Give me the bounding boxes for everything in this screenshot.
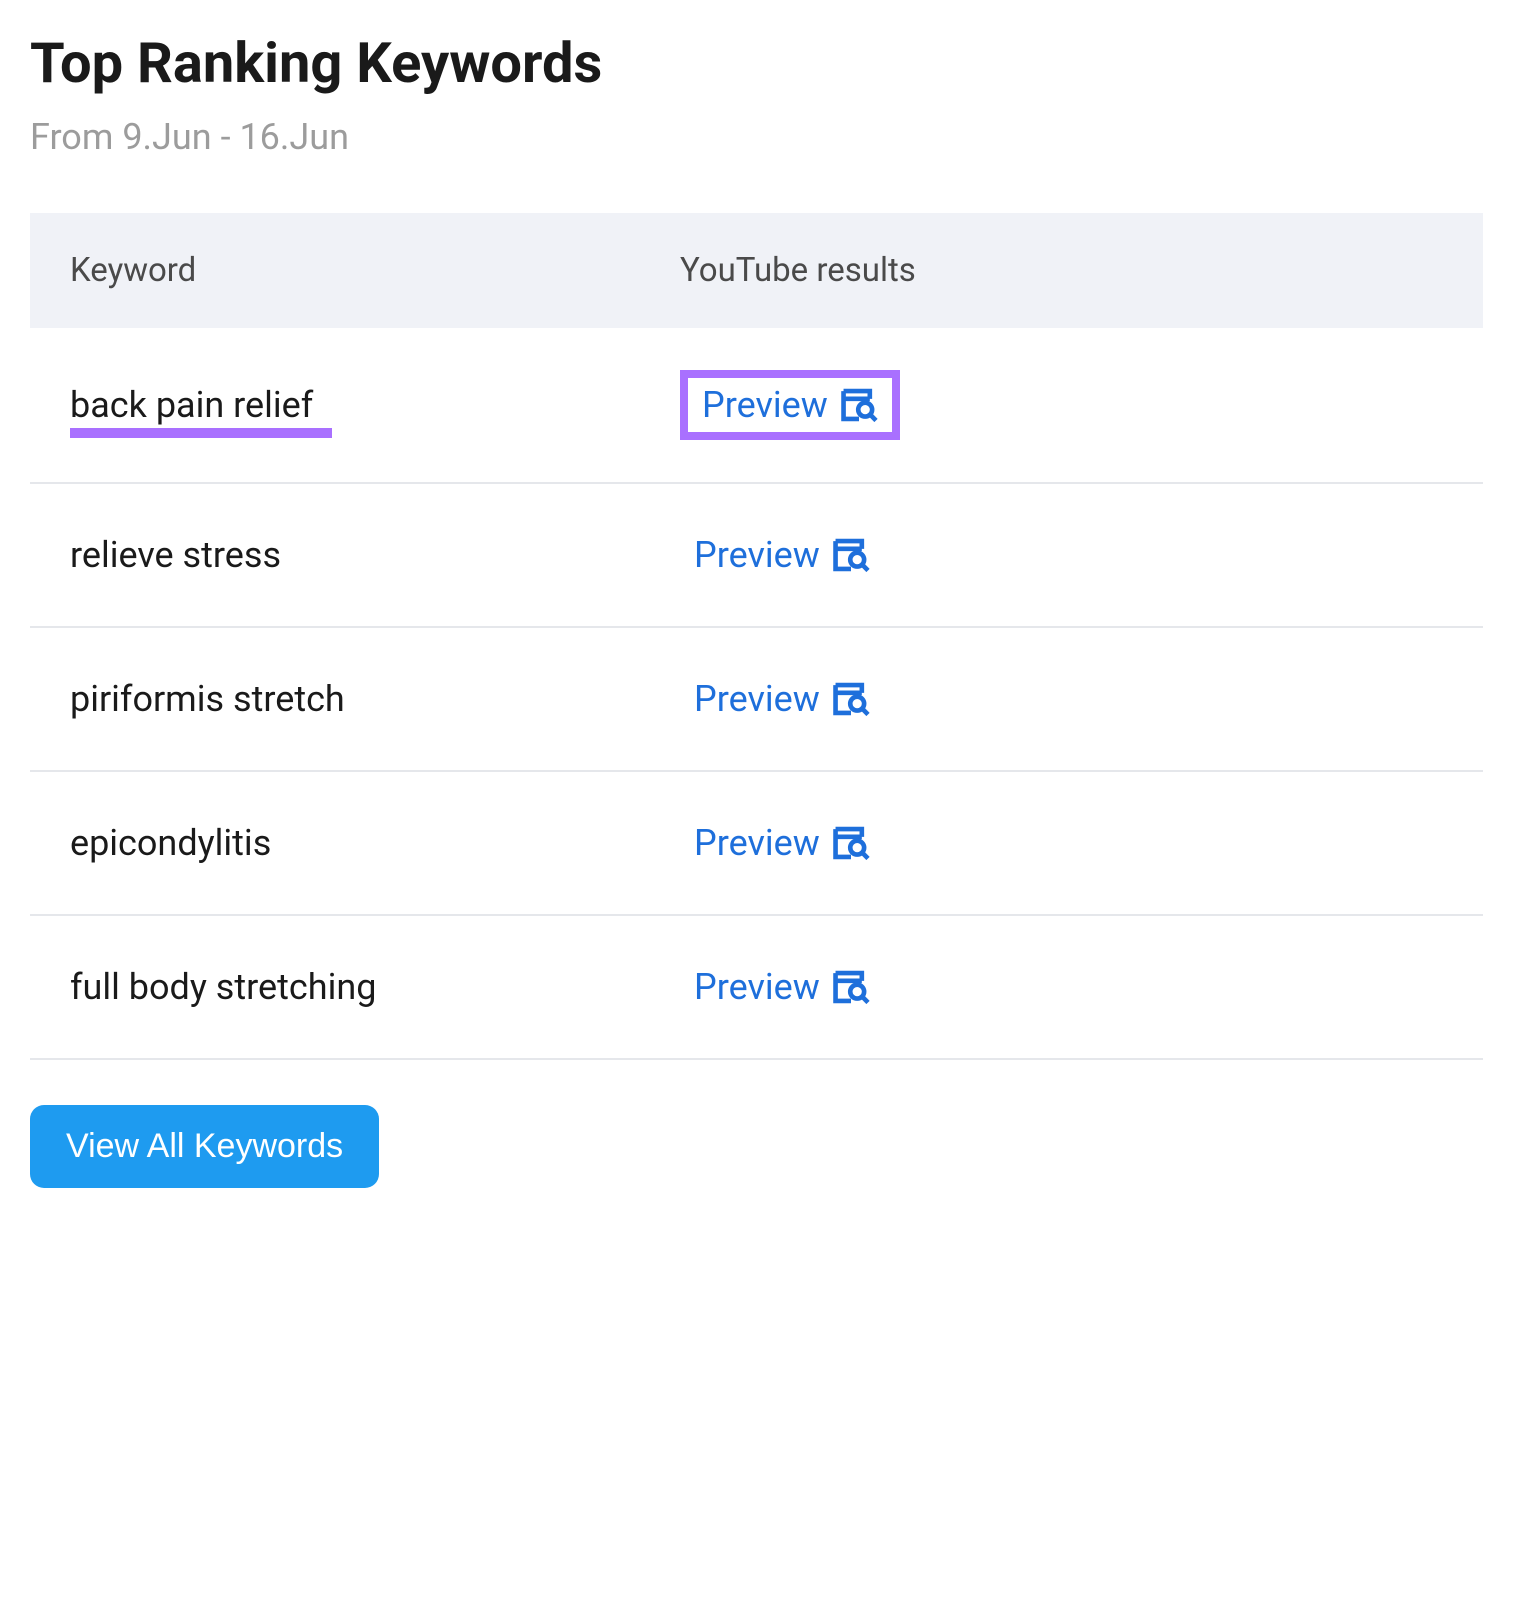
preview-label: Preview [694, 966, 820, 1008]
table-row: full body stretching Preview [30, 916, 1483, 1060]
keyword-cell: full body stretching [70, 966, 680, 1008]
page-title: Top Ranking Keywords [30, 30, 1483, 96]
table-row: epicondylitis Preview [30, 772, 1483, 916]
preview-link[interactable]: Preview [680, 670, 884, 728]
table-row: piriformis stretch Preview [30, 628, 1483, 772]
keyword-cell: epicondylitis [70, 822, 680, 864]
table-row: back pain relief Preview [30, 328, 1483, 484]
keyword-cell: piriformis stretch [70, 678, 680, 720]
preview-search-icon [832, 826, 870, 860]
preview-cell: Preview [680, 526, 1443, 584]
keywords-table: Keyword YouTube results back pain relief… [30, 213, 1483, 1060]
preview-search-icon [832, 682, 870, 716]
view-all-keywords-button[interactable]: View All Keywords [30, 1105, 379, 1188]
preview-search-icon [840, 388, 878, 422]
preview-link[interactable]: Preview [680, 958, 884, 1016]
header-results: YouTube results [680, 251, 1443, 290]
keyword-cell: relieve stress [70, 534, 680, 576]
preview-search-icon [832, 970, 870, 1004]
keyword-cell: back pain relief [70, 384, 680, 426]
preview-cell: Preview [680, 958, 1443, 1016]
preview-label: Preview [694, 534, 820, 576]
preview-label: Preview [702, 384, 828, 426]
header-keyword: Keyword [70, 251, 680, 290]
preview-search-icon [832, 538, 870, 572]
preview-cell: Preview [680, 670, 1443, 728]
preview-cell: Preview [680, 370, 1443, 440]
preview-link[interactable]: Preview [680, 526, 884, 584]
keyword-highlight-underline [70, 428, 332, 438]
preview-cell: Preview [680, 814, 1443, 872]
table-header: Keyword YouTube results [30, 213, 1483, 328]
preview-link[interactable]: Preview [680, 814, 884, 872]
preview-label: Preview [694, 678, 820, 720]
preview-label: Preview [694, 822, 820, 864]
date-range: From 9.Jun - 16.Jun [30, 116, 1483, 158]
preview-link[interactable]: Preview [680, 370, 900, 440]
table-row: relieve stress Preview [30, 484, 1483, 628]
